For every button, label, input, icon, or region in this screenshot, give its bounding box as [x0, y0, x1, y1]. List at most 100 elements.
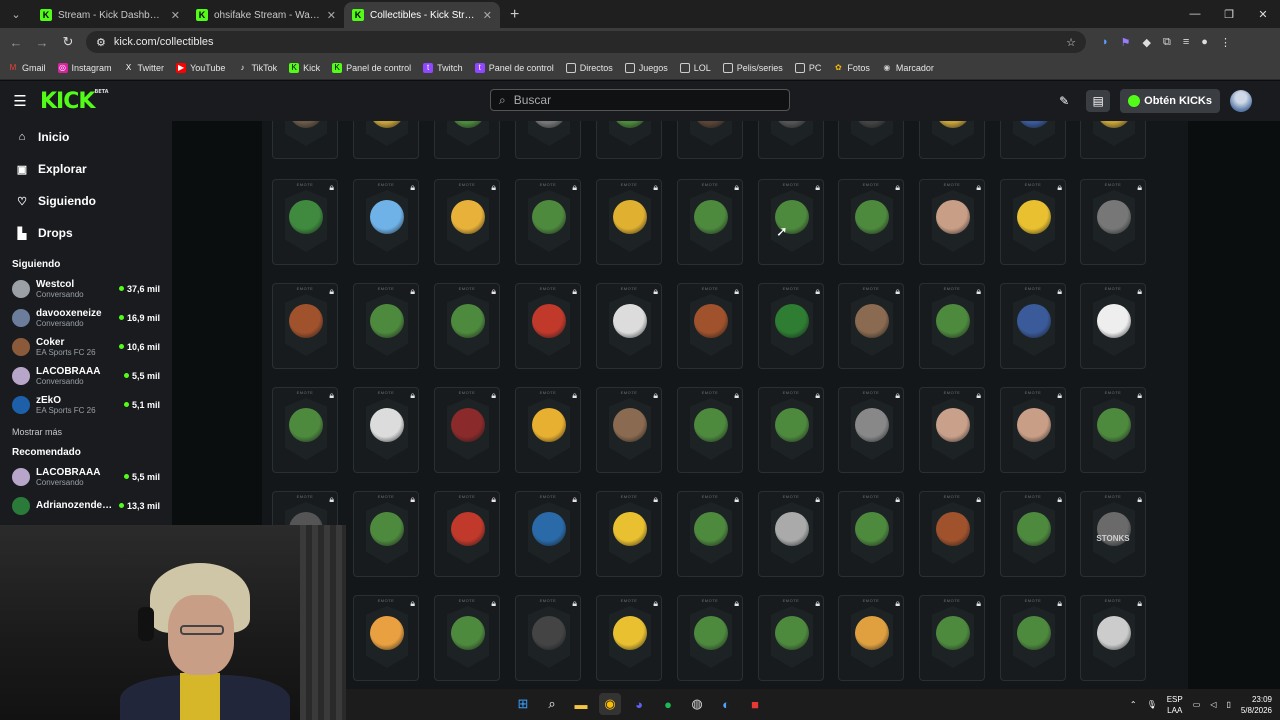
- bookmark-fotos[interactable]: ✿ Fotos: [833, 63, 870, 73]
- dashboard-icon[interactable]: ▤: [1086, 90, 1111, 112]
- emote-card[interactable]: EMOTE🔒︎: [1080, 283, 1146, 369]
- tab-kick-dashboard[interactable]: K Stream - Kick Dashboard ✕: [32, 2, 188, 28]
- input-language[interactable]: ESP LAA: [1167, 694, 1183, 716]
- sidebar-item-drops[interactable]: ▙ Drops: [0, 217, 172, 249]
- emote-card[interactable]: EMOTE🔒︎: [919, 491, 985, 577]
- emote-card[interactable]: EMOTE🔒︎: [596, 283, 662, 369]
- obs-icon[interactable]: ◍: [686, 693, 708, 715]
- emote-card[interactable]: EMOTE🔒︎: [434, 179, 500, 265]
- emote-card[interactable]: EMOTE🔒︎: [758, 121, 824, 159]
- bookmark-folder-pc[interactable]: PC: [794, 62, 821, 73]
- close-tab-icon[interactable]: ✕: [327, 9, 336, 22]
- emote-card[interactable]: EMOTE🔒︎: [758, 595, 824, 681]
- sidebar-item-siguiendo[interactable]: ♡ Siguiendo: [0, 185, 172, 217]
- channel-item[interactable]: LACOBRAAA Conversando 5,5 mil: [0, 361, 172, 390]
- emote-card[interactable]: EMOTE🔒︎: [919, 179, 985, 265]
- channel-item[interactable]: Adrianozendej... 13,3 mil: [0, 491, 172, 520]
- emote-card[interactable]: EMOTE🔒︎: [1080, 595, 1146, 681]
- bookmark-twitter[interactable]: X Twitter: [124, 63, 164, 73]
- emote-card[interactable]: EMOTE🔒︎: [515, 387, 581, 473]
- emote-card[interactable]: EMOTE🔒︎: [758, 283, 824, 369]
- bookmark-panel-twitch[interactable]: t Panel de control: [474, 62, 554, 73]
- emote-card[interactable]: EMOTE🔒︎: [1000, 387, 1066, 473]
- bookmark-folder-directos[interactable]: Directos: [565, 62, 613, 73]
- emote-card[interactable]: EMOTE🔒︎: [272, 283, 338, 369]
- search-icon[interactable]: ⌕: [541, 693, 563, 715]
- emote-card[interactable]: EMOTE🔒︎: [596, 179, 662, 265]
- tab-search-button[interactable]: ⌄: [4, 3, 28, 25]
- emote-card[interactable]: EMOTE🔒︎: [1000, 121, 1066, 159]
- emote-card[interactable]: EMOTE🔒︎: [272, 121, 338, 159]
- emote-card[interactable]: EMOTE🔒︎: [596, 121, 662, 159]
- close-tab-icon[interactable]: ✕: [483, 9, 492, 22]
- channel-item[interactable]: zEkO EA Sports FC 26 5,1 mil: [0, 390, 172, 419]
- emote-card[interactable]: EMOTE🔒︎: [1000, 595, 1066, 681]
- tray-chevron-icon[interactable]: ⌃: [1130, 700, 1137, 709]
- emote-card[interactable]: EMOTE🔒︎: [838, 491, 904, 577]
- spotify-icon[interactable]: ●: [657, 693, 679, 715]
- bookmark-instagram[interactable]: ◎ Instagram: [57, 62, 112, 73]
- emote-card[interactable]: EMOTE🔒︎: [758, 179, 824, 265]
- extension-icon[interactable]: ⚑: [1121, 36, 1131, 49]
- emote-card[interactable]: EMOTE🔒︎: [1000, 179, 1066, 265]
- emote-card[interactable]: EMOTE🔒︎: [1000, 491, 1066, 577]
- emote-card[interactable]: EMOTE🔒︎: [353, 283, 419, 369]
- bookmark-folder-juegos[interactable]: Juegos: [624, 62, 668, 73]
- emote-card[interactable]: EMOTE🔒︎: [677, 179, 743, 265]
- file-explorer-icon[interactable]: ▬: [570, 693, 592, 715]
- emote-card[interactable]: EMOTE🔒︎: [434, 283, 500, 369]
- emote-card[interactable]: EMOTE🔒︎: [677, 387, 743, 473]
- sidebar-item-explorar[interactable]: ▣ Explorar: [0, 153, 172, 185]
- bookmark-tiktok[interactable]: ♪ TikTok: [237, 63, 277, 73]
- bookmark-panel-kick[interactable]: K Panel de control: [332, 62, 411, 73]
- search-input[interactable]: ⌕ Buscar: [490, 89, 790, 111]
- emote-card[interactable]: EMOTE 🔒︎ STONKS: [1080, 491, 1146, 577]
- forward-icon[interactable]: →: [34, 35, 50, 50]
- emote-card[interactable]: EMOTE🔒︎: [838, 179, 904, 265]
- channel-item[interactable]: LACOBRAAA Conversando 5,5 mil: [0, 462, 172, 491]
- emote-card[interactable]: EMOTE🔒︎: [515, 121, 581, 159]
- emote-card[interactable]: EMOTE🔒︎: [758, 387, 824, 473]
- bookmark-folder-lol[interactable]: LOL: [679, 62, 711, 73]
- windows-start-icon[interactable]: ⊞: [512, 693, 534, 715]
- translate-icon[interactable]: ✎: [1052, 90, 1076, 112]
- emote-card[interactable]: EMOTE🔒︎: [353, 595, 419, 681]
- emote-card[interactable]: EMOTE🔒︎: [353, 121, 419, 159]
- emote-card[interactable]: EMOTE🔒︎: [434, 387, 500, 473]
- url-field[interactable]: ⚙ kick.com/collectibles ☆: [86, 31, 1086, 53]
- bookmark-gmail[interactable]: M Gmail: [8, 63, 46, 73]
- emote-card[interactable]: EMOTE🔒︎: [596, 491, 662, 577]
- minimize-icon[interactable]: —: [1178, 8, 1212, 20]
- user-avatar[interactable]: [1230, 90, 1252, 112]
- bookmark-star-icon[interactable]: ☆: [1066, 36, 1076, 49]
- volume-icon[interactable]: ◁: [1210, 700, 1216, 709]
- bookmark-youtube[interactable]: ▶ YouTube: [176, 62, 225, 73]
- network-icon[interactable]: ▭: [1193, 700, 1201, 709]
- emote-card[interactable]: EMOTE🔒︎: [677, 595, 743, 681]
- extension-icon[interactable]: ◆: [1143, 36, 1151, 49]
- close-window-icon[interactable]: ✕: [1246, 8, 1280, 21]
- emote-card[interactable]: EMOTE🔒︎: [434, 491, 500, 577]
- emote-card[interactable]: EMOTE🔒︎: [515, 179, 581, 265]
- emote-card[interactable]: EMOTE🔒︎: [1080, 387, 1146, 473]
- close-tab-icon[interactable]: ✕: [171, 9, 180, 22]
- site-info-icon[interactable]: ⚙: [96, 36, 106, 49]
- emote-card[interactable]: EMOTE🔒︎: [1000, 283, 1066, 369]
- emote-card[interactable]: EMOTE🔒︎: [919, 595, 985, 681]
- channel-item[interactable]: Coker EA Sports FC 26 10,6 mil: [0, 332, 172, 361]
- get-kicks-button[interactable]: Obtén KICKs: [1120, 89, 1220, 113]
- emote-card[interactable]: EMOTE🔒︎: [838, 387, 904, 473]
- clock[interactable]: 23:09 5/8/2026: [1241, 694, 1272, 716]
- emote-card[interactable]: EMOTE🔒︎: [353, 491, 419, 577]
- emote-card[interactable]: EMOTE🔒︎: [434, 595, 500, 681]
- extension-icon[interactable]: ◗: [1102, 36, 1109, 49]
- app-record-icon[interactable]: ■: [744, 693, 766, 715]
- emote-card[interactable]: EMOTE🔒︎: [919, 283, 985, 369]
- emote-card[interactable]: EMOTE🔒︎: [758, 491, 824, 577]
- profile-icon[interactable]: ●: [1201, 36, 1208, 49]
- kick-logo[interactable]: KICKBETA: [40, 89, 109, 114]
- emote-card[interactable]: EMOTE🔒︎: [677, 283, 743, 369]
- emote-card[interactable]: EMOTE🔒︎: [1080, 179, 1146, 265]
- emote-card[interactable]: EMOTE🔒︎: [353, 179, 419, 265]
- emote-card[interactable]: EMOTE🔒︎: [515, 595, 581, 681]
